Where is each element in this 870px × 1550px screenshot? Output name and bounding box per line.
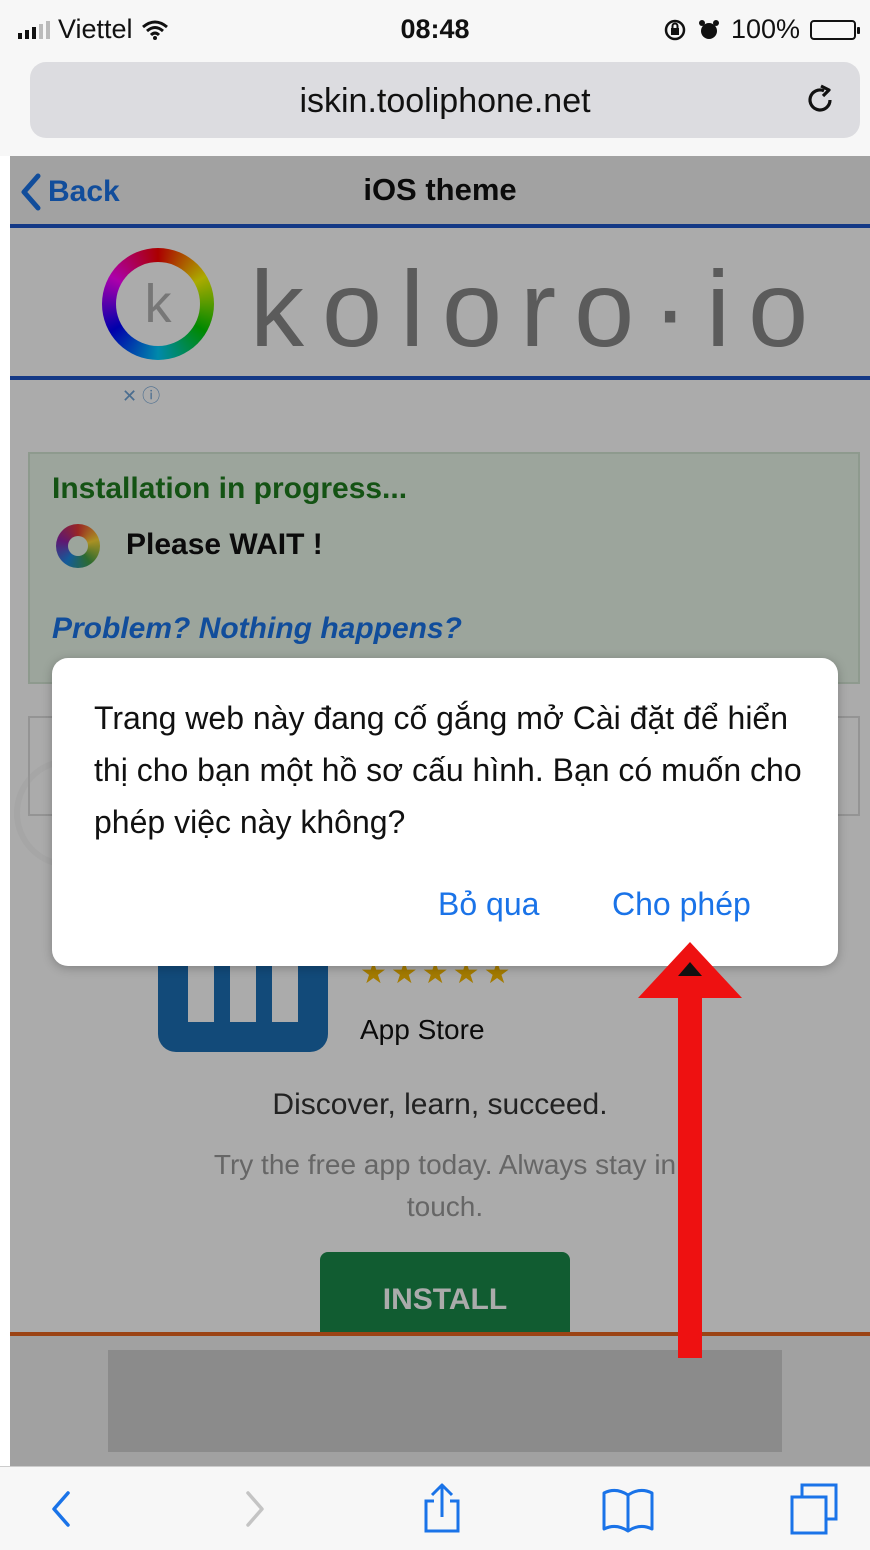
back-icon xyxy=(52,1491,70,1527)
red-arrow-annotation xyxy=(638,942,742,1358)
battery-icon xyxy=(810,19,860,40)
forward-icon xyxy=(246,1491,264,1527)
status-bar: Viettel 08:48 100% xyxy=(0,0,870,58)
koloro-logo-letter: k xyxy=(144,274,172,334)
share-icon xyxy=(424,1483,460,1533)
status-right: 100% xyxy=(663,14,860,45)
bookmarks-button[interactable] xyxy=(600,1481,656,1537)
allow-button[interactable]: Cho phép xyxy=(612,886,751,923)
tabs-button[interactable] xyxy=(786,1481,842,1537)
alarm-icon xyxy=(698,19,719,39)
browser-toolbar xyxy=(0,1466,870,1550)
address-bar-area: iskin.tooliphone.net xyxy=(0,58,870,156)
forward-button[interactable] xyxy=(226,1481,282,1537)
battery-percent: 100% xyxy=(730,14,800,44)
skip-button[interactable]: Bỏ qua xyxy=(438,886,539,923)
tabs-icon xyxy=(790,1483,838,1535)
permission-dialog: Trang web này đang cố gắng mở Cài đặt để… xyxy=(52,658,838,966)
bookmarks-icon xyxy=(602,1488,654,1533)
address-bar[interactable]: iskin.tooliphone.net xyxy=(30,62,860,138)
share-button[interactable] xyxy=(414,1481,470,1537)
orientation-lock-icon xyxy=(664,19,686,40)
dialog-message: Trang web này đang cố gắng mở Cài đặt để… xyxy=(94,700,802,840)
reload-icon[interactable] xyxy=(802,82,838,118)
back-button[interactable] xyxy=(34,1481,90,1537)
url-text[interactable]: iskin.tooliphone.net xyxy=(30,82,860,121)
